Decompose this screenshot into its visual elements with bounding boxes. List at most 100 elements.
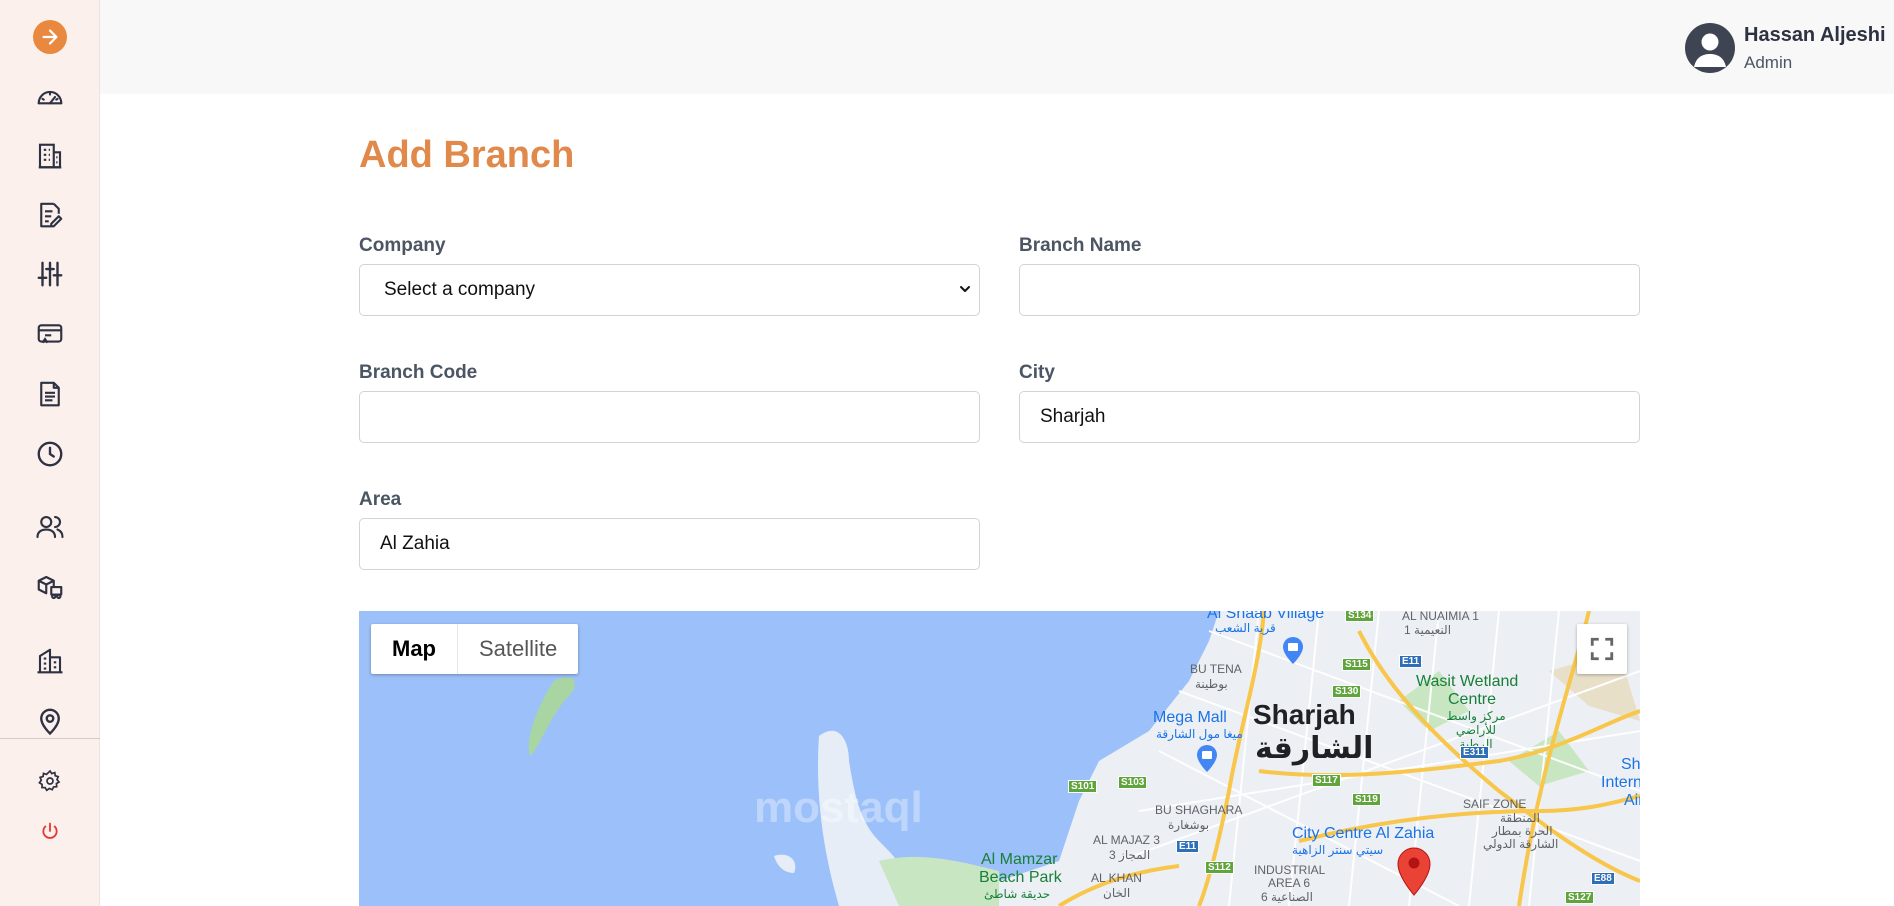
road-badge: E88 xyxy=(1591,872,1615,885)
arrow-right-icon xyxy=(42,29,58,45)
sidebar-item-logout[interactable] xyxy=(30,813,70,849)
map-label-sharjah-intl: Sh xyxy=(1621,756,1640,773)
map-type-control: Map Satellite xyxy=(371,624,579,674)
power-icon xyxy=(42,822,58,839)
sidebar-item-documents[interactable] xyxy=(30,376,70,412)
map-type-satellite-button[interactable]: Satellite xyxy=(458,624,578,674)
branch-name-label: Branch Name xyxy=(1019,235,1142,256)
map-label-bu-tena-ar: بوطينة xyxy=(1195,677,1228,691)
sidebar-item-settings-sliders[interactable] xyxy=(30,256,70,292)
company-select[interactable]: Select a company xyxy=(359,264,980,316)
area-label: Area xyxy=(359,489,402,510)
branch-code-label: Branch Code xyxy=(359,362,478,383)
map-label-wasit: Wasit Wetland xyxy=(1416,673,1519,690)
map-label-airport: Air xyxy=(1624,792,1640,809)
shopping-pin-icon xyxy=(1283,637,1303,664)
map-label-bu-shaghara-ar: بوشغارة xyxy=(1168,818,1210,832)
sidebar-item-locations[interactable] xyxy=(30,703,70,739)
edit-document-icon xyxy=(40,202,63,228)
city-input[interactable]: Sharjah xyxy=(1019,391,1640,443)
road-badge: S103 xyxy=(1118,776,1148,789)
map-fullscreen-button[interactable] xyxy=(1577,624,1627,674)
map-label-area6: AREA 6 xyxy=(1268,876,1311,890)
map-label-mega-mall-ar: ميغا مول الشارقة xyxy=(1156,727,1243,741)
user-name: Hassan Aljeshi xyxy=(1744,24,1886,46)
user-role: Admin xyxy=(1744,53,1793,72)
branch-building-icon xyxy=(37,648,63,674)
sidebar-item-users[interactable] xyxy=(30,509,70,545)
sidebar-toggle-button[interactable] xyxy=(33,20,67,54)
map-label-saif-zone-ar3: الشارقة الدولي xyxy=(1483,837,1559,851)
document-icon xyxy=(40,381,60,407)
road-badge: S115 xyxy=(1342,658,1371,671)
sidebar-item-requests[interactable] xyxy=(30,197,70,233)
map-label-sharjah-ar: الشارقة xyxy=(1255,732,1374,765)
map-label-city-centre: City Centre Al Zahia xyxy=(1292,825,1435,842)
map-label-al-majaz: AL MAJAZ 3 xyxy=(1093,833,1160,847)
buildings-icon xyxy=(38,143,62,169)
settings-gear-icon xyxy=(38,769,61,792)
ticket-card-icon xyxy=(37,324,63,344)
location-pin-icon xyxy=(40,708,60,736)
map-label-beach-park: Beach Park xyxy=(979,869,1062,886)
map-label-al-khan-ar: الخان xyxy=(1103,886,1131,900)
map-label-city-centre-ar: سيتي سنتر الزاهية xyxy=(1292,843,1384,857)
sidebar xyxy=(0,0,100,906)
road-badge: S130 xyxy=(1332,685,1362,698)
clock-icon xyxy=(37,441,63,467)
sidebar-item-companies[interactable] xyxy=(30,138,70,174)
fullscreen-icon xyxy=(1590,637,1614,661)
sidebar-item-branches[interactable] xyxy=(30,643,70,679)
map-label-bu-shaghara: BU SHAGHARA xyxy=(1155,803,1243,817)
area-input[interactable]: Al Zahia xyxy=(359,518,980,570)
map-label-beach-park-ar: حديقة شاطئ xyxy=(984,887,1051,901)
map-label-al-nuaimia-ar: النعيمية 1 xyxy=(1404,623,1452,637)
shopping-pin-icon xyxy=(1197,745,1217,772)
sidebar-item-settings[interactable] xyxy=(30,763,70,799)
map-label-mega-mall: Mega Mall xyxy=(1153,709,1227,726)
sidebar-item-dashboard[interactable] xyxy=(30,79,70,115)
map-label-al-khan: AL KHAN xyxy=(1091,871,1142,885)
map-label-al-majaz-ar: المجاز 3 xyxy=(1109,848,1151,862)
company-select-value: Select a company xyxy=(384,279,536,300)
map-watermark: mostaql xyxy=(754,783,923,832)
map-label-industrial: INDUSTRIAL xyxy=(1254,863,1326,877)
road-badge: S134 xyxy=(1345,611,1375,622)
sidebar-divider xyxy=(0,738,100,739)
area-value: Al Zahia xyxy=(380,533,450,554)
map-label-al-mamzar: Al Mamzar xyxy=(981,851,1058,868)
road-badge: E11 xyxy=(1176,840,1200,853)
branch-code-input[interactable] xyxy=(359,391,980,443)
map-type-map-button[interactable]: Map xyxy=(371,624,458,674)
road-badge: E311 xyxy=(1460,746,1489,759)
map-label-wasit-centre: Centre xyxy=(1448,691,1497,708)
road-badge: S112 xyxy=(1205,861,1234,874)
road-badge: E11 xyxy=(1399,655,1423,668)
map-label-saif-zone: SAIF ZONE xyxy=(1463,797,1527,811)
road-badge: S117 xyxy=(1312,774,1341,787)
road-badge: S127 xyxy=(1565,891,1595,904)
map-label-al-shaab-ar: قرية الشعب xyxy=(1215,621,1276,635)
branch-location-map[interactable]: mostaql Sharjah الشارقة Mega Mall ميغا م… xyxy=(359,611,1640,906)
location-marker-icon[interactable] xyxy=(1397,846,1431,896)
company-label: Company xyxy=(359,235,446,256)
road-badge: S101 xyxy=(1068,780,1098,793)
delivery-boxes-icon xyxy=(37,575,63,600)
map-label-sharjah: Sharjah xyxy=(1253,699,1356,730)
top-header: Hassan Aljeshi Admin xyxy=(100,0,1894,94)
sidebar-item-deliveries[interactable] xyxy=(30,569,70,605)
sliders-icon xyxy=(37,261,63,287)
map-label-international: Intern xyxy=(1601,774,1640,791)
city-value: Sharjah xyxy=(1040,406,1106,427)
page-title: Add Branch xyxy=(359,134,575,176)
map-label-area6-ar: الصناعية 6 xyxy=(1261,890,1313,904)
dashboard-gauge-icon xyxy=(37,91,63,105)
city-label: City xyxy=(1019,362,1055,383)
sidebar-item-cards[interactable] xyxy=(30,316,70,352)
sidebar-item-history[interactable] xyxy=(30,436,70,472)
avatar[interactable] xyxy=(1685,23,1735,73)
map-label-wasit-ar: مركز واسط للأراضي الرطبة xyxy=(1446,709,1506,751)
map-label-saif-zone-ar1: المنطقة xyxy=(1500,811,1540,825)
branch-name-input[interactable] xyxy=(1019,264,1640,316)
users-icon xyxy=(36,515,64,539)
